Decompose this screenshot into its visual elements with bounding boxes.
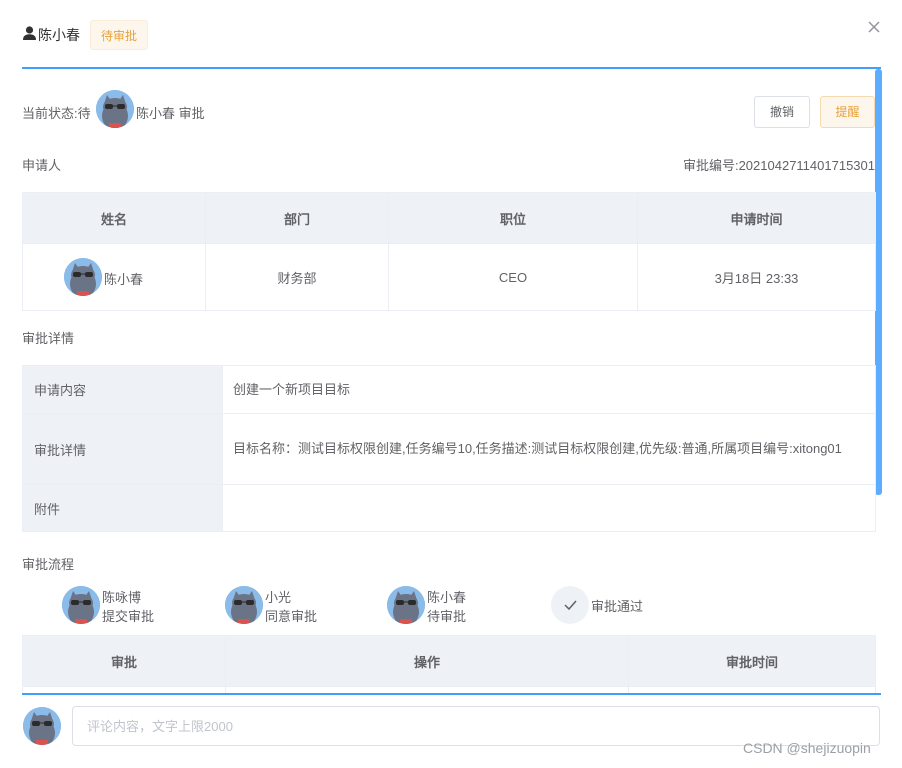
detail-key: 附件: [22, 484, 223, 532]
flow-step-name: 小光: [265, 590, 292, 605]
column-header: 审批: [22, 635, 226, 687]
current-approver-text: 陈小春 审批: [136, 106, 205, 121]
details-section-title: 审批详情: [22, 331, 75, 346]
flow-step-name: 陈咏博: [102, 590, 142, 605]
table-row: 申请内容 创建一个新项目目标: [22, 365, 876, 414]
footer-divider: [22, 693, 881, 695]
table-row: 附件: [22, 484, 876, 532]
header-user-name: 陈小春: [38, 27, 80, 43]
current-status-label: 当前状态:待: [22, 106, 91, 121]
table-header-row: 审批 操作 审批时间: [22, 635, 876, 687]
flow-step-name: 陈小春: [427, 590, 467, 605]
check-icon: [551, 586, 589, 624]
applicant-position: CEO: [388, 243, 638, 311]
column-header: 申请时间: [637, 192, 876, 244]
flow-step-action: 待审批: [427, 609, 467, 624]
approval-number: 审批编号:2021042711401715301: [682, 158, 875, 173]
table-row: 审批详情 目标名称：测试目标权限创建,任务编号10,任务描述:测试目标权限创建,…: [22, 413, 876, 485]
revoke-button[interactable]: 撤销: [754, 96, 810, 128]
column-header: 姓名: [22, 192, 206, 244]
applicant-time: 3月18日 23:33: [637, 243, 876, 311]
avatar: [96, 90, 134, 128]
applicant-section-title: 申请人: [22, 158, 62, 173]
column-header: 职位: [388, 192, 638, 244]
flow-step-action: 同意审批: [265, 609, 318, 624]
status-badge: 待审批: [90, 20, 149, 50]
flow-table: 审批 操作 审批时间: [22, 635, 876, 694]
avatar: [225, 586, 263, 624]
column-header: 操作: [225, 635, 629, 687]
avatar: [64, 258, 102, 296]
column-header: 部门: [205, 192, 389, 244]
applicant-department: 财务部: [205, 243, 389, 311]
remind-button[interactable]: 提醒: [820, 96, 875, 128]
flow-step-name: 审批通过: [591, 599, 644, 614]
dialog-header: 陈小春 待审批: [0, 0, 902, 68]
dialog-body[interactable]: 当前状态:待 陈小春 审批 撤销 提醒 申请人 审批编号:20210427114…: [0, 69, 902, 694]
detail-key: 审批详情: [22, 413, 223, 485]
detail-value: 目标名称：测试目标权限创建,任务编号10,任务描述:测试目标权限创建,优先级:普…: [222, 413, 876, 485]
attachment-value: [222, 484, 876, 532]
avatar: [387, 586, 425, 624]
applicant-name-cell: 陈小春: [22, 243, 206, 311]
flow-step-action: 提交审批: [102, 609, 155, 624]
applicant-table: 姓名 部门 职位 申请时间 陈小春 财务部 CEO 3月18日 23:33: [22, 192, 876, 311]
detail-key: 申请内容: [22, 365, 223, 414]
scrollbar[interactable]: [875, 69, 882, 495]
flow-section-title: 审批流程: [22, 557, 75, 572]
avatar: [23, 707, 61, 745]
close-icon[interactable]: [865, 18, 883, 36]
watermark: CSDN @shejizuopin: [743, 740, 871, 756]
avatar: [62, 586, 100, 624]
table-header-row: 姓名 部门 职位 申请时间: [22, 192, 876, 244]
applicant-name: 陈小春: [104, 272, 144, 287]
approval-dialog: 陈小春 待审批 当前状态:待 陈小春 审批 撤销 提醒 申请人 审批编号:202…: [0, 0, 902, 768]
detail-value: 创建一个新项目目标: [222, 365, 876, 414]
user-icon: [23, 26, 36, 40]
column-header: 审批时间: [628, 635, 876, 687]
table-row: 陈小春 财务部 CEO 3月18日 23:33: [22, 243, 876, 311]
details-table: 申请内容 创建一个新项目目标 审批详情 目标名称：测试目标权限创建,任务编号10…: [22, 365, 876, 532]
